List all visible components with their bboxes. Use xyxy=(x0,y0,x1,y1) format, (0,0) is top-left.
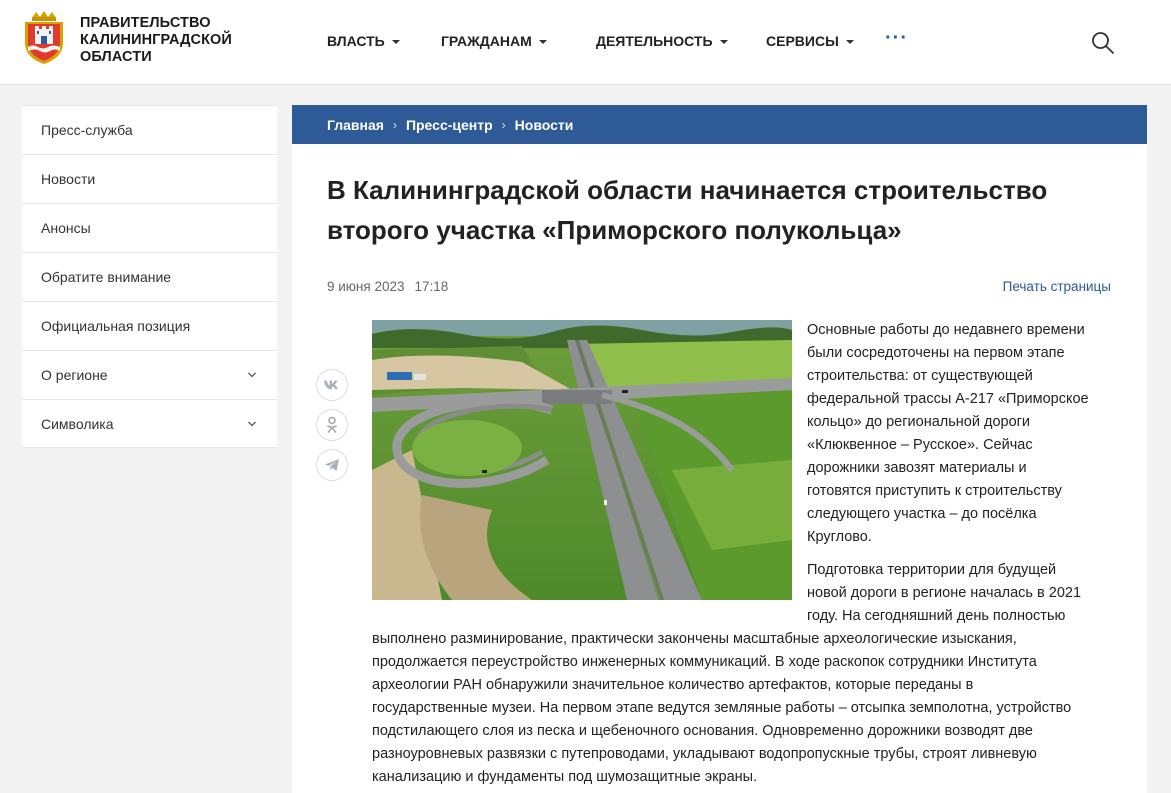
nav-label: ДЕЯТЕЛЬНОСТЬ xyxy=(596,33,713,49)
article-meta: 9 июня 2023 17:18 xyxy=(327,279,448,294)
text-line: канализацию и фундаменты под шумозащитны… xyxy=(372,769,758,785)
caret-down-icon xyxy=(538,39,547,44)
sidebar-item-about-region[interactable]: О регионе xyxy=(22,350,277,399)
caret-down-icon xyxy=(719,39,728,44)
text-line: дорожники завозят материалы и xyxy=(807,460,1027,476)
odnoklassniki-icon xyxy=(327,416,337,433)
breadcrumb-news[interactable]: Новости xyxy=(515,117,574,133)
breadcrumb-separator: › xyxy=(392,117,397,132)
text-line: федеральной трассы А-217 «Приморское xyxy=(807,391,1089,407)
sidebar-item-label: Новости xyxy=(41,171,96,187)
text-line: выполнено разминирование, практически за… xyxy=(372,631,1017,647)
text-line: кольцо» до региональной дороги xyxy=(807,414,1031,430)
sidebar-item-official-position[interactable]: Официальная позиция xyxy=(22,301,277,350)
sidebar-item-announcements[interactable]: Анонсы xyxy=(22,203,277,252)
text-line: Круглово. xyxy=(807,529,872,545)
title-line-1: ПРАВИТЕЛЬСТВО xyxy=(80,15,211,31)
title-line-3: ОБЛАСТИ xyxy=(80,49,152,65)
nav-grazhdanam[interactable]: ГРАЖДАНАМ xyxy=(441,33,547,49)
sidebar-item-symbols[interactable]: Символика xyxy=(22,399,277,448)
article-title: В Калининградской области начинается стр… xyxy=(327,170,1127,250)
nav-vlast[interactable]: ВЛАСТЬ xyxy=(327,33,400,49)
sidebar-item-news[interactable]: Новости xyxy=(22,154,277,203)
telegram-icon xyxy=(325,459,339,471)
search-icon xyxy=(1092,32,1114,54)
caret-down-icon xyxy=(391,39,400,44)
sidebar-item-label: О регионе xyxy=(41,367,108,383)
title-line: В Калининградской области начинается стр… xyxy=(327,175,1048,205)
sidebar-item-label: Анонсы xyxy=(41,220,91,236)
text-line: «Клюквенное – Русское». Сейчас xyxy=(807,437,1033,453)
text-line: государственные музеи. На первом этапе в… xyxy=(372,700,1072,716)
text-line: новой дороги в регионе началась в 2021 xyxy=(807,585,1082,601)
government-title[interactable]: ПРАВИТЕЛЬСТВО КАЛИНИНГРАДСКОЙ ОБЛАСТИ xyxy=(80,15,232,66)
chevron-down-icon[interactable] xyxy=(247,419,257,429)
article-paragraph-2-start: Подготовка территории для будущей новой … xyxy=(807,559,1117,628)
breadcrumb: Главная › Пресс-центр › Новости xyxy=(292,105,1147,144)
title-line: второго участка «Приморского полукольца» xyxy=(327,215,902,245)
article-photo xyxy=(372,320,792,600)
article-content: В Калининградской области начинается стр… xyxy=(292,144,1147,793)
site-header: ПРАВИТЕЛЬСТВО КАЛИНИНГРАДСКОЙ ОБЛАСТИ ВЛ… xyxy=(0,0,1171,85)
text-line: археологии РАН обнаружили значительное к… xyxy=(372,677,974,693)
search-button[interactable] xyxy=(1091,31,1115,55)
sidebar-item-label: Пресс-служба xyxy=(41,122,133,138)
text-line: Подготовка территории для будущей xyxy=(807,562,1057,578)
sidebar-item-label: Символика xyxy=(41,415,114,432)
share-vk-button[interactable] xyxy=(316,369,348,401)
article-paragraph-2-rest: выполнено разминирование, практически за… xyxy=(372,628,1117,789)
text-line: разноуровневых развязки с путепроводами,… xyxy=(372,746,1037,762)
sidebar-item-label: Обратите внимание xyxy=(41,269,172,285)
text-line: строительства: от существующей xyxy=(807,368,1033,384)
text-line: готовятся приступить к строительству xyxy=(807,483,1062,499)
nav-label: ВЛАСТЬ xyxy=(327,33,385,49)
sidebar-menu: Пресс-служба Новости Анонсы Обратите вни… xyxy=(22,105,277,448)
vk-icon xyxy=(324,380,338,390)
nav-deyatelnost[interactable]: ДЕЯТЕЛЬНОСТЬ xyxy=(596,33,728,49)
nav-label: ГРАЖДАНАМ xyxy=(441,33,532,49)
nav-servisy[interactable]: СЕРВИСЫ xyxy=(766,33,854,49)
title-line-2: КАЛИНИНГРАДСКОЙ xyxy=(80,32,232,48)
text-line: Основные работы до недавнего времени xyxy=(807,322,1085,338)
more-menu-button[interactable]: ··· xyxy=(885,27,908,50)
text-line: следующего участка – до посёлка xyxy=(807,506,1037,522)
text-line: были сосредоточены на первом этапе xyxy=(807,345,1065,361)
print-page-link[interactable]: Печать страницы xyxy=(1003,279,1111,294)
nav-label: СЕРВИСЫ xyxy=(766,33,839,49)
breadcrumb-separator: › xyxy=(501,117,506,132)
share-telegram-button[interactable] xyxy=(316,449,348,481)
sidebar-item-label: Официальная позиция xyxy=(41,318,191,334)
share-ok-button[interactable] xyxy=(316,409,348,441)
sidebar-item-press-service[interactable]: Пресс-служба xyxy=(22,105,277,154)
article-time: 17:18 xyxy=(414,279,449,294)
article-paragraph-1: Основные работы до недавнего времени был… xyxy=(807,319,1117,549)
text-line: продолжается переустройство инженерных к… xyxy=(372,654,1037,670)
chevron-down-icon[interactable] xyxy=(247,370,257,380)
text-line: году. На сегодняшний день полностью xyxy=(807,608,1066,624)
text-line: подстилающего слоя из песка и щебеночног… xyxy=(372,723,1033,739)
article-date: 9 июня 2023 xyxy=(327,279,405,294)
sidebar-item-attention[interactable]: Обратите внимание xyxy=(22,252,277,301)
coat-of-arms-logo[interactable] xyxy=(22,11,66,64)
breadcrumb-home[interactable]: Главная xyxy=(327,117,384,133)
breadcrumb-press-center[interactable]: Пресс-центр xyxy=(406,117,493,133)
caret-down-icon xyxy=(845,39,854,44)
